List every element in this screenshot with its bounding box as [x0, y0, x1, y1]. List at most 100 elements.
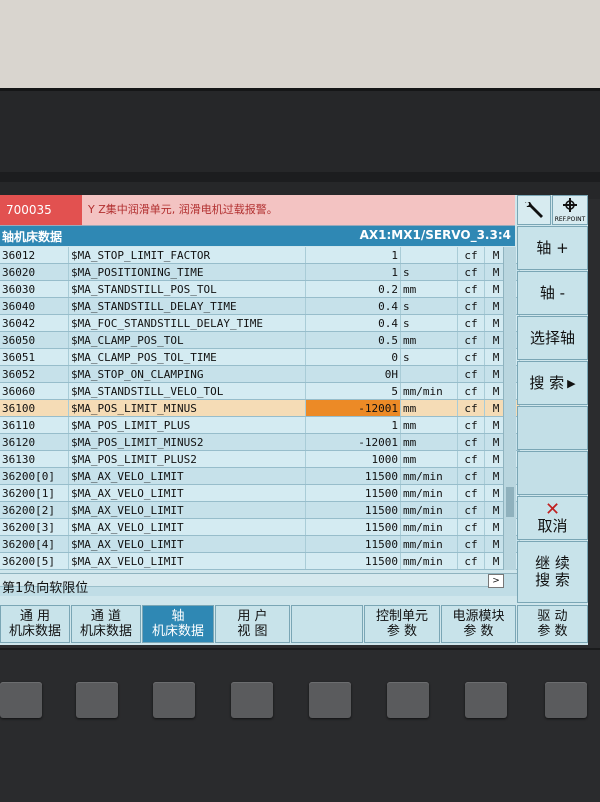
cnc-screen: 700035 Y Z集中润滑单元, 润滑电机过载报警。 REF.POINT 轴机…	[0, 195, 588, 645]
tab-channel-machine-data[interactable]: 通 道机床数据	[71, 605, 141, 643]
table-row[interactable]: 36052 $MA_STOP_ON_CLAMPING 0H cf M	[0, 365, 520, 383]
table-row[interactable]: 36042 $MA_FOC_STANDSTILL_DELAY_TIME 0.4 s cf…	[0, 314, 520, 332]
hardware-key-4[interactable]	[231, 682, 273, 718]
param-cf-flag: cf	[457, 416, 485, 434]
alarm-message: Y Z集中润滑单元, 润滑电机过载报警。	[88, 203, 278, 216]
param-cf-flag: cf	[457, 297, 485, 315]
table-row[interactable]: 36060 $MA_STANDSTILL_VELO_TOL 5 mm/min cf M	[0, 382, 520, 400]
tab-general-machine-data[interactable]: 通 用机床数据	[0, 605, 70, 643]
empty-bottom-softkey[interactable]	[291, 605, 363, 643]
param-value[interactable]: 1	[305, 247, 401, 264]
tab-axis-machine-data[interactable]: 轴机床数据	[142, 605, 214, 643]
cancel-button[interactable]: ✕ 取消	[517, 496, 588, 540]
param-cf-flag: cf	[457, 263, 485, 281]
table-row[interactable]: 36012 $MA_STOP_LIMIT_FACTOR 1 cf M	[0, 247, 520, 264]
empty-softkey-5[interactable]	[517, 406, 588, 450]
table-row[interactable]: 36200[2] $MA_AX_VELO_LIMIT 11500 mm/min cf M	[0, 501, 520, 519]
param-number: 36020	[0, 263, 69, 281]
table-row[interactable]: 36120 $MA_POS_LIMIT_MINUS2 -12001 mm cf M	[0, 433, 520, 451]
param-value[interactable]: 1000	[305, 450, 401, 468]
param-name: $MA_AX_VELO_LIMIT	[68, 535, 306, 553]
param-number: 36200[4]	[0, 535, 69, 553]
scrollbar-thumb[interactable]	[506, 487, 514, 517]
param-value[interactable]: 11500	[305, 501, 401, 519]
param-value[interactable]: 5	[305, 382, 401, 400]
param-cf-flag: cf	[457, 280, 485, 298]
param-unit: s	[400, 348, 458, 366]
param-unit: mm	[400, 450, 458, 468]
param-value[interactable]: 0.4	[305, 297, 401, 315]
table-row[interactable]: 36200[4] $MA_AX_VELO_LIMIT 11500 mm/min cf M	[0, 535, 520, 553]
param-value[interactable]: 11500	[305, 484, 401, 502]
table-row[interactable]: 36110 $MA_POS_LIMIT_PLUS 1 mm cf M	[0, 416, 520, 434]
param-value[interactable]: 11500	[305, 535, 401, 553]
table-row[interactable]: 36200[0] $MA_AX_VELO_LIMIT 11500 mm/min cf M	[0, 467, 520, 485]
param-value[interactable]: 11500	[305, 552, 401, 570]
tab-control-unit-params[interactable]: 控制单元参 数	[364, 605, 440, 643]
param-name: $MA_FOC_STANDSTILL_DELAY_TIME	[68, 314, 306, 332]
table-row[interactable]: 36040 $MA_STANDSTILL_DELAY_TIME 0.4 s cf M	[0, 297, 520, 315]
param-value[interactable]: -12001	[305, 399, 401, 417]
select-axis-button[interactable]: 选择轴	[517, 316, 588, 360]
param-unit: mm/min	[400, 484, 458, 502]
param-name: $MA_STANDSTILL_POS_TOL	[68, 280, 306, 298]
page-title: 轴机床数据	[2, 230, 63, 244]
param-cf-flag: cf	[457, 382, 485, 400]
param-value[interactable]: 1	[305, 263, 401, 281]
table-row[interactable]: 36200[3] $MA_AX_VELO_LIMIT 11500 mm/min cf M	[0, 518, 520, 536]
scroll-right-arrow-icon[interactable]: >	[488, 574, 504, 588]
table-row[interactable]: 36030 $MA_STANDSTILL_POS_TOL 0.2 mm cf M	[0, 280, 520, 298]
param-value[interactable]: 0H	[305, 365, 401, 383]
param-unit: mm/min	[400, 382, 458, 400]
table-row[interactable]: 36200[1] $MA_AX_VELO_LIMIT 11500 mm/min cf M	[0, 484, 520, 502]
param-number: 36100	[0, 399, 69, 417]
hardware-key-7[interactable]	[465, 682, 507, 718]
param-number: 36012	[0, 247, 69, 264]
param-cf-flag: cf	[457, 433, 485, 451]
wrench-key[interactable]	[517, 195, 551, 225]
param-value[interactable]: 1	[305, 416, 401, 434]
table-row[interactable]: 36100 $MA_POS_LIMIT_MINUS -12001 mm cf M	[0, 399, 520, 417]
param-value[interactable]: 0.5	[305, 331, 401, 349]
hardware-key-5[interactable]	[309, 682, 351, 718]
param-unit: mm	[400, 399, 458, 417]
hardware-key-8[interactable]	[545, 682, 587, 718]
search-button[interactable]: 搜 索 ▶	[517, 361, 588, 405]
param-number: 36200[1]	[0, 484, 69, 502]
hardware-key-1[interactable]	[0, 682, 42, 718]
param-number: 36200[3]	[0, 518, 69, 536]
hardware-key-6[interactable]	[387, 682, 429, 718]
hardware-key-3[interactable]	[153, 682, 195, 718]
param-value[interactable]: 11500	[305, 467, 401, 485]
alarm-bar[interactable]: 700035 Y Z集中润滑单元, 润滑电机过载报警。	[0, 195, 515, 226]
param-number: 36040	[0, 297, 69, 315]
param-number: 36200[0]	[0, 467, 69, 485]
param-cf-flag: cf	[457, 399, 485, 417]
param-value[interactable]: 11500	[305, 518, 401, 536]
tab-user-view[interactable]: 用 户视 图	[215, 605, 290, 643]
axis-plus-button[interactable]: 轴 +	[517, 226, 588, 270]
param-value[interactable]: 0.2	[305, 280, 401, 298]
tab-power-module-params[interactable]: 电源模块参 数	[441, 605, 516, 643]
continue-search-button[interactable]: 继 续 搜 索	[517, 541, 588, 603]
table-row[interactable]: 36050 $MA_CLAMP_POS_TOL 0.5 mm cf M	[0, 331, 520, 349]
table-row[interactable]: 36130 $MA_POS_LIMIT_PLUS2 1000 mm cf M	[0, 450, 520, 468]
table-row[interactable]: 36051 $MA_CLAMP_POS_TOL_TIME 0 s cf M	[0, 348, 520, 366]
param-number: 36110	[0, 416, 69, 434]
param-name: $MA_AX_VELO_LIMIT	[68, 484, 306, 502]
table-row[interactable]: 36020 $MA_POSITIONING_TIME 1 s cf M	[0, 263, 520, 281]
param-value[interactable]: 0	[305, 348, 401, 366]
param-name: $MA_AX_VELO_LIMIT	[68, 467, 306, 485]
ref-point-key[interactable]: REF.POINT	[552, 195, 588, 225]
alarm-number: 700035	[0, 195, 82, 225]
param-cf-flag: cf	[457, 484, 485, 502]
param-value[interactable]: 0.4	[305, 314, 401, 332]
tab-drive-params[interactable]: 驱 动参 数	[517, 605, 588, 643]
param-value[interactable]: -12001	[305, 433, 401, 451]
param-name: $MA_STOP_LIMIT_FACTOR	[68, 247, 306, 264]
axis-minus-button[interactable]: 轴 -	[517, 271, 588, 315]
table-row[interactable]: 36200[5] $MA_AX_VELO_LIMIT 11500 mm/min cf M	[0, 552, 520, 570]
empty-softkey-6[interactable]	[517, 451, 588, 495]
vertical-scrollbar[interactable]	[503, 247, 516, 570]
hardware-key-2[interactable]	[76, 682, 118, 718]
